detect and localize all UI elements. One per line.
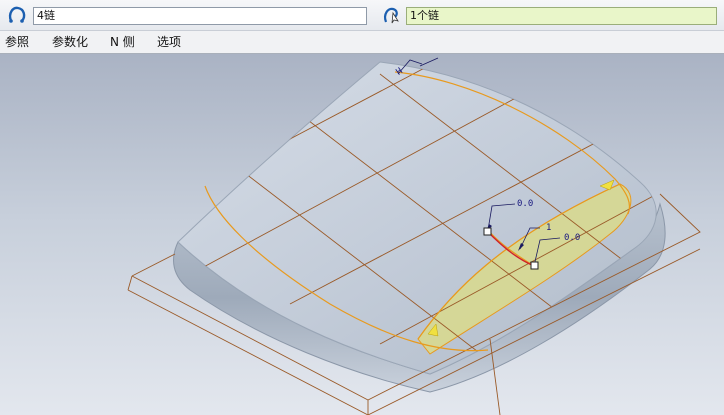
model-viewport[interactable]: 0.0 1 0.0 H [0,54,724,415]
chain-select-icon[interactable] [381,5,401,25]
chain-collector-field-right[interactable]: 1个链 [406,7,717,25]
tab-parameterize[interactable]: 参数化 [52,35,88,50]
drag-handle-lower[interactable] [530,261,539,270]
dimension-label-upper[interactable]: 0.0 [517,199,533,209]
tab-options[interactable]: 选项 [157,35,181,50]
dimension-label-middle[interactable]: 1 [546,223,551,233]
dashboard-toolbar: 4链 1个链 [0,0,724,31]
tab-n-sided[interactable]: N 侧 [110,35,135,50]
drag-handle-upper[interactable] [483,227,492,236]
dimension-label-lower[interactable]: 0.0 [564,233,580,243]
tab-references[interactable]: 参照 [5,35,29,50]
dashboard-tabs: 参照 参数化 N 侧 选项 [0,31,724,54]
model-graphics[interactable] [0,54,724,415]
chain-collector-field-left[interactable]: 4链 [33,7,367,25]
chain-lasso-icon[interactable] [7,5,27,25]
